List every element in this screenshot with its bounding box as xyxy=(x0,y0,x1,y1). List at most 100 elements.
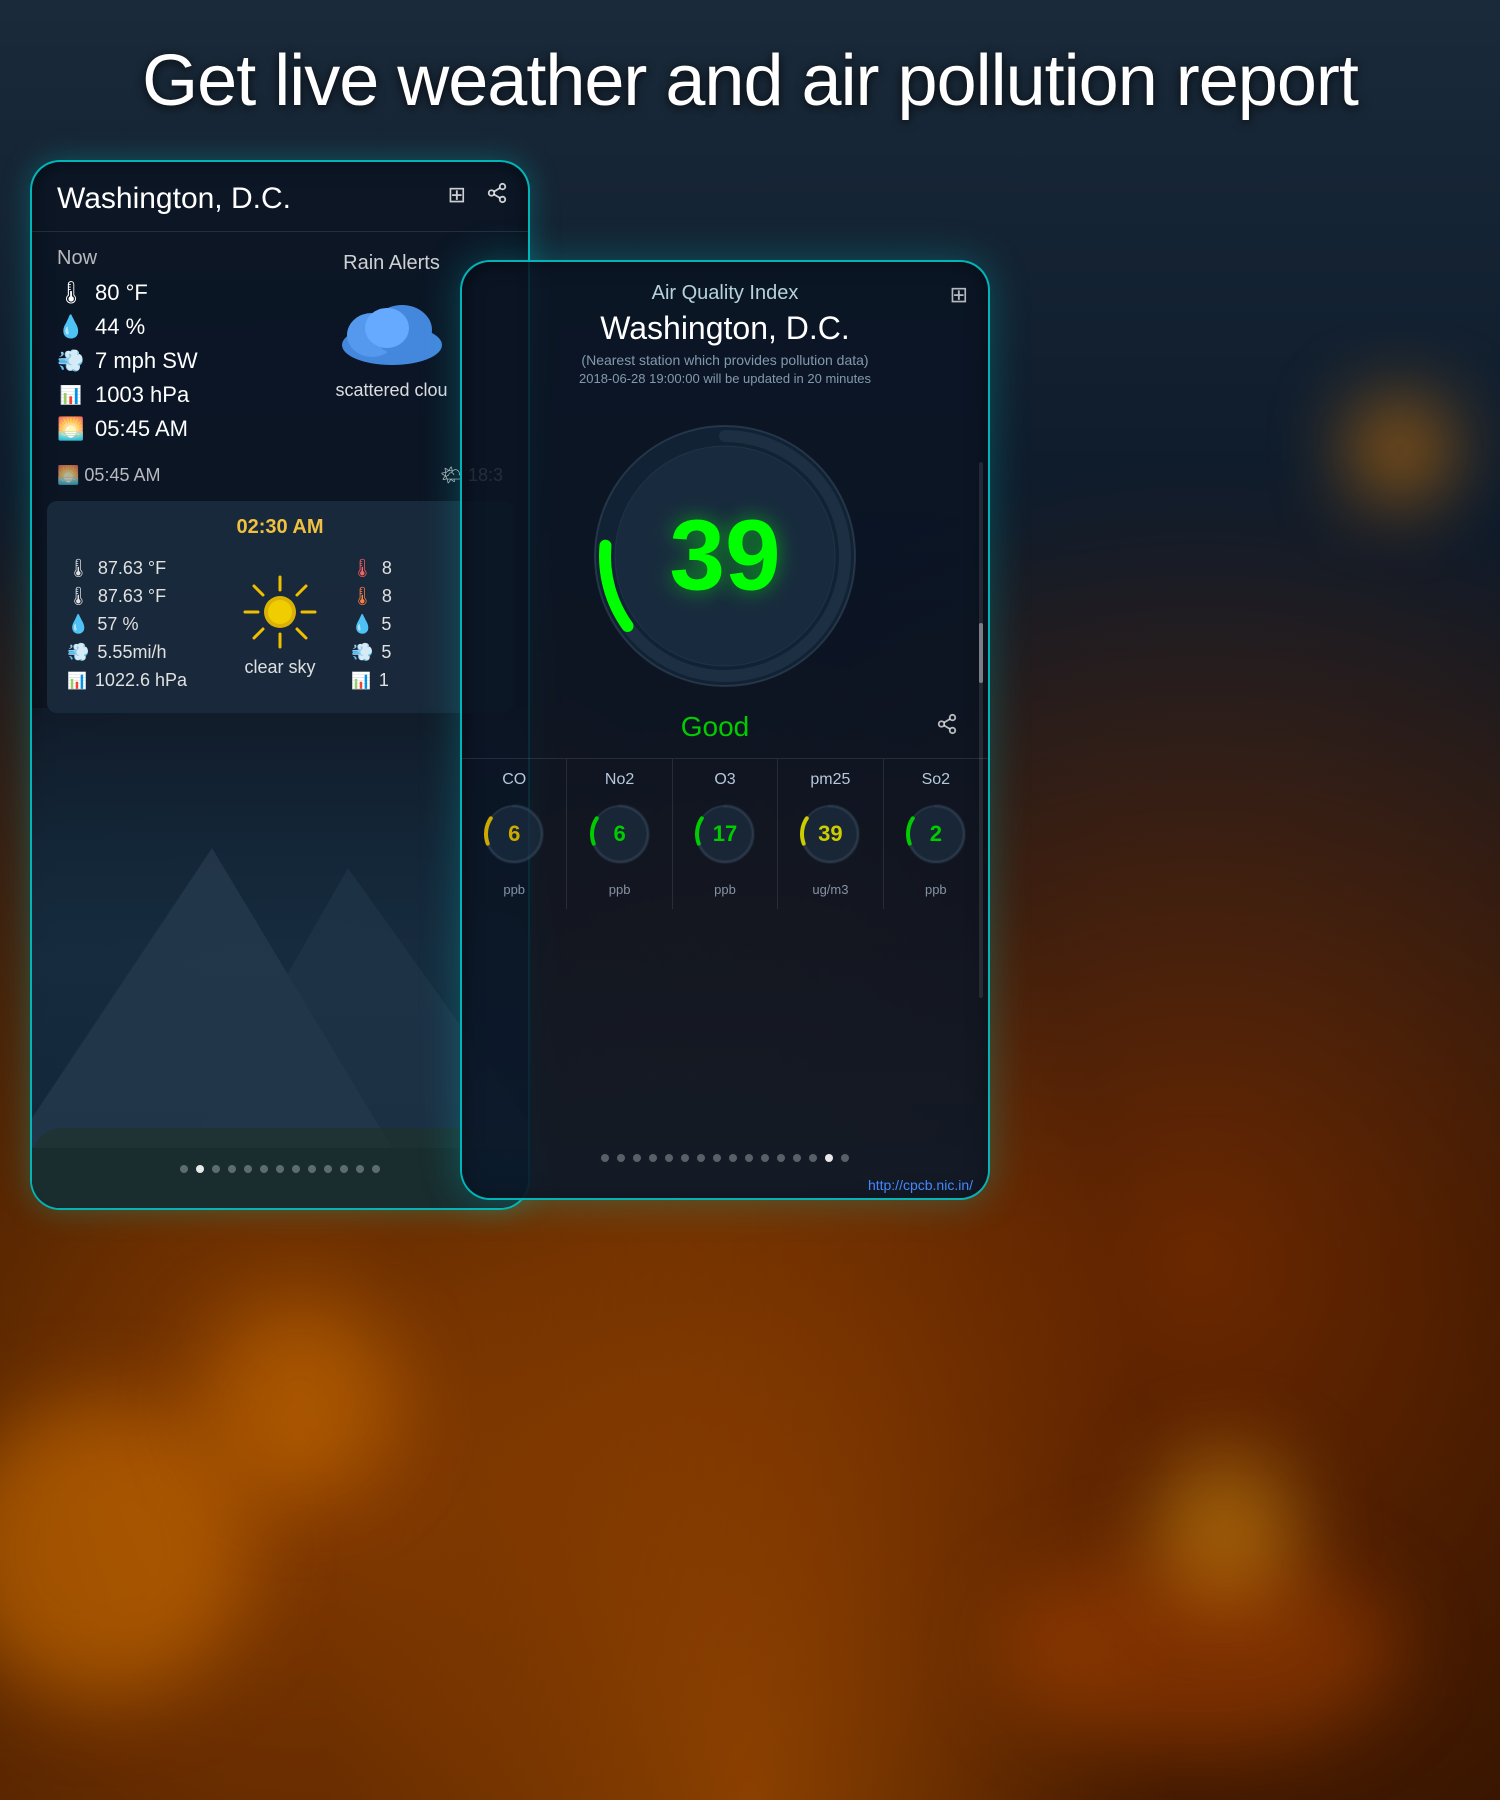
sun-icon xyxy=(240,572,320,652)
aqi-dot-10 xyxy=(745,1154,753,1162)
dot-4 xyxy=(228,1165,236,1173)
forecast-content: 🌡 87.63 °F 🌡 87.63 °F 💧 57 % 💨 5.55mi/h … xyxy=(67,551,493,698)
pollutant-gauge-so2: 2 xyxy=(901,799,971,869)
fire-effect-5 xyxy=(1350,400,1450,500)
aqi-dot-14 xyxy=(809,1154,817,1162)
aqi-scrollbar-thumb xyxy=(979,623,983,683)
forecast-temp-low-icon: 🌡 xyxy=(67,586,90,607)
aqi-dot-8 xyxy=(713,1154,721,1162)
aqi-share-icon[interactable] xyxy=(936,713,958,741)
sunrise-time-full: 🌅 05:45 AM xyxy=(57,465,160,486)
aqi-dot-3 xyxy=(633,1154,641,1162)
aqi-page-indicator xyxy=(462,1144,988,1172)
pollutant-col-pm25: pm25 39 ug/m3 xyxy=(778,759,883,909)
aqi-dot-9 xyxy=(729,1154,737,1162)
wind-row: 💨 7 mph SW xyxy=(57,348,280,374)
pollutant-name-so2: So2 xyxy=(922,771,950,789)
aqi-city: Washington, D.C. xyxy=(487,310,963,347)
temperature-row: 🌡 80 °F xyxy=(57,280,280,306)
forecast-wind-icon: 💨 xyxy=(67,642,89,663)
pollutant-value-co: 6 xyxy=(508,821,520,847)
dot-13 xyxy=(372,1165,380,1173)
forecast-condition: clear sky xyxy=(244,657,315,678)
grid-icon[interactable]: ⊞ xyxy=(448,182,466,210)
aqi-bottom: http://cpcb.nic.in/ xyxy=(462,1144,988,1198)
dot-7 xyxy=(276,1165,284,1173)
forecast-humidity-icon: 💧 xyxy=(67,614,89,635)
pollutant-gauge-pm25: 39 xyxy=(795,799,865,869)
aqi-grid-icon[interactable]: ⊞ xyxy=(950,282,968,308)
pollutant-unit-so2: ppb xyxy=(925,882,947,897)
pollutant-unit-o3: ppb xyxy=(714,882,736,897)
pollutant-table: CO 6 ppb No2 6 ppb O xyxy=(462,758,988,909)
aqi-dot-13 xyxy=(793,1154,801,1162)
pollutant-unit-no2: ppb xyxy=(609,882,631,897)
pollutant-name-no2: No2 xyxy=(605,771,634,789)
aqi-dot-1 xyxy=(601,1154,609,1162)
aqi-value: 39 xyxy=(669,499,780,614)
forecast-mid: clear sky xyxy=(209,572,351,678)
dot-1 xyxy=(180,1165,188,1173)
dot-12 xyxy=(356,1165,364,1173)
forecast-wind: 💨 5.55mi/h xyxy=(67,642,209,663)
pollutant-value-o3: 17 xyxy=(713,821,737,847)
aqi-dot-4 xyxy=(649,1154,657,1162)
aqi-dot-2 xyxy=(617,1154,625,1162)
aqi-header: Air Quality Index Washington, D.C. (Near… xyxy=(462,262,988,396)
forecast-temp-high: 🌡 87.63 °F xyxy=(67,558,209,579)
dot-8 xyxy=(292,1165,300,1173)
pollutant-gauge-no2: 6 xyxy=(585,799,655,869)
pollutant-unit-pm25: ug/m3 xyxy=(812,882,848,897)
sunrise-value: 05:45 AM xyxy=(95,416,188,442)
aqi-gauge: 39 xyxy=(585,416,865,696)
pollutant-name-co: CO xyxy=(502,771,526,789)
wind-icon: 💨 xyxy=(57,348,85,374)
weather-header: Washington, D.C. ⊞ xyxy=(32,162,528,232)
share-icon-weather[interactable] xyxy=(486,182,508,210)
page-title: Get live weather and air pollution repor… xyxy=(0,40,1500,122)
aqi-dot-15 xyxy=(825,1154,833,1162)
pressure-icon: 📊 xyxy=(57,385,85,406)
pollutant-name-pm25: pm25 xyxy=(810,771,850,789)
pollutant-value-so2: 2 xyxy=(930,821,942,847)
aqi-dot-11 xyxy=(761,1154,769,1162)
dot-5 xyxy=(244,1165,252,1173)
aqi-status-row: Good xyxy=(462,706,988,758)
dot-6 xyxy=(260,1165,268,1173)
fire-effect-4 xyxy=(1150,1450,1300,1600)
now-label: Now xyxy=(57,247,280,270)
aqi-dot-5 xyxy=(665,1154,673,1162)
aqi-station: (Nearest station which provides pollutio… xyxy=(487,352,963,368)
dot-3 xyxy=(212,1165,220,1173)
pollutant-col-o3: O3 17 ppb xyxy=(673,759,778,909)
forecast-pressure: 📊 1022.6 hPa xyxy=(67,670,209,691)
aqi-dot-12 xyxy=(777,1154,785,1162)
pollutant-gauge-co: 6 xyxy=(479,799,549,869)
weather-now-left: Now 🌡 80 °F 💧 44 % 💨 7 mph SW 📊 1003 hPa… xyxy=(57,247,280,450)
rain-alerts-label: Rain Alerts xyxy=(343,252,440,275)
thermometer-icon: 🌡 xyxy=(57,280,85,306)
weather-card: Washington, D.C. ⊞ Now 🌡 80 °F 💧 44 % xyxy=(30,160,530,1210)
aqi-dot-6 xyxy=(681,1154,689,1162)
pollutant-col-no2: No2 6 ppb xyxy=(567,759,672,909)
pollutant-value-no2: 6 xyxy=(613,821,625,847)
pollutant-gauge-o3: 17 xyxy=(690,799,760,869)
forecast-section: 02:30 AM 🌡 87.63 °F 🌡 87.63 °F 💧 57 % 💨 … xyxy=(47,501,513,713)
pollutant-value-pm25: 39 xyxy=(818,821,842,847)
forecast-temp-high-icon: 🌡 xyxy=(67,558,90,579)
weather-condition: scattered clou xyxy=(335,380,447,401)
sunrise-row: 🌅 05:45 AM xyxy=(57,416,280,442)
humidity-value: 44 % xyxy=(95,314,145,340)
weather-now-section: Now 🌡 80 °F 💧 44 % 💨 7 mph SW 📊 1003 hPa… xyxy=(32,232,528,465)
pollutant-unit-co: ppb xyxy=(503,882,525,897)
sunrise-icon: 🌅 xyxy=(57,416,85,442)
aqi-scrollbar xyxy=(979,462,983,998)
humidity-icon: 💧 xyxy=(57,314,85,340)
pressure-row: 📊 1003 hPa xyxy=(57,382,280,408)
hiker-scene xyxy=(32,708,528,1208)
aqi-gauge-container: 39 xyxy=(462,396,988,706)
forecast-pressure-icon: 📊 xyxy=(67,671,87,691)
weather-city: Washington, D.C. xyxy=(57,182,291,215)
weather-background xyxy=(32,708,528,1208)
aqi-source-link[interactable]: http://cpcb.nic.in/ xyxy=(462,1172,988,1198)
